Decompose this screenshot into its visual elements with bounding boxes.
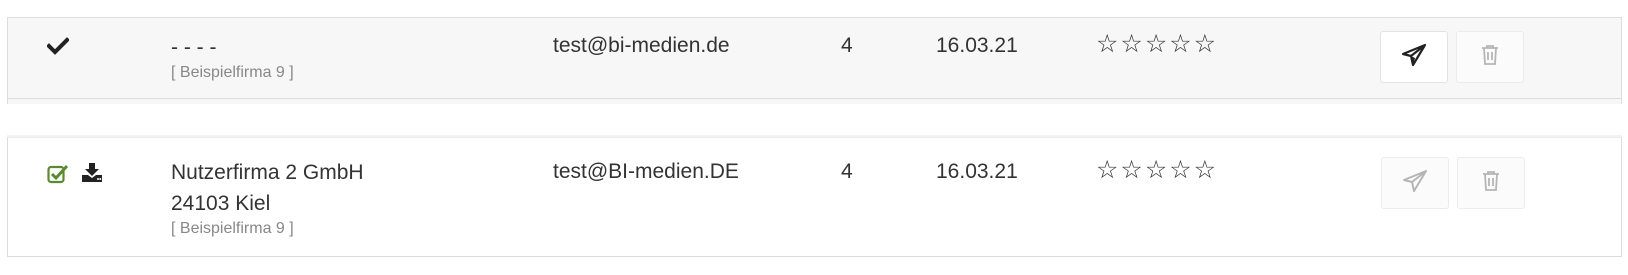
checkbox-checked-icon[interactable]: [47, 164, 69, 189]
count-text: 4: [841, 34, 853, 57]
date-text: 16.03.21: [936, 34, 1018, 57]
paper-plane-icon: [1401, 43, 1427, 72]
trash-icon: [1481, 170, 1501, 197]
check-icon: [46, 37, 70, 60]
company-label: [ Beispielfirma 9 ]: [171, 64, 294, 81]
send-button[interactable]: [1381, 157, 1449, 209]
rating-stars[interactable]: ☆☆☆☆☆: [1096, 30, 1218, 58]
row-divider: [8, 98, 1621, 99]
table-row: - - - - [ Beispielfirma 9 ] test@bi-medi…: [7, 17, 1622, 104]
trash-icon: [1480, 44, 1500, 71]
email-text: test@bi-medien.de: [553, 34, 730, 57]
send-button[interactable]: [1380, 31, 1448, 83]
paper-plane-icon: [1402, 169, 1428, 198]
company-label: [ Beispielfirma 9 ]: [171, 220, 294, 237]
email-text: test@BI-medien.DE: [553, 160, 739, 183]
delete-button[interactable]: [1456, 31, 1524, 83]
contact-name-block: Nutzerfirma 2 GmbH 24103 Kiel [ Beispiel…: [171, 157, 364, 239]
contact-name: Nutzerfirma 2 GmbH: [171, 161, 364, 184]
download-icon[interactable]: [81, 163, 103, 188]
contact-address: 24103 Kiel: [171, 192, 271, 215]
contact-name: - - - -: [171, 36, 217, 59]
table-row: Nutzerfirma 2 GmbH 24103 Kiel [ Beispiel…: [7, 137, 1622, 257]
contact-name-block: - - - - [ Beispielfirma 9 ]: [171, 32, 294, 83]
delete-button[interactable]: [1457, 157, 1525, 209]
date-text: 16.03.21: [936, 160, 1018, 183]
rating-stars[interactable]: ☆☆☆☆☆: [1096, 156, 1218, 184]
count-text: 4: [841, 160, 853, 183]
